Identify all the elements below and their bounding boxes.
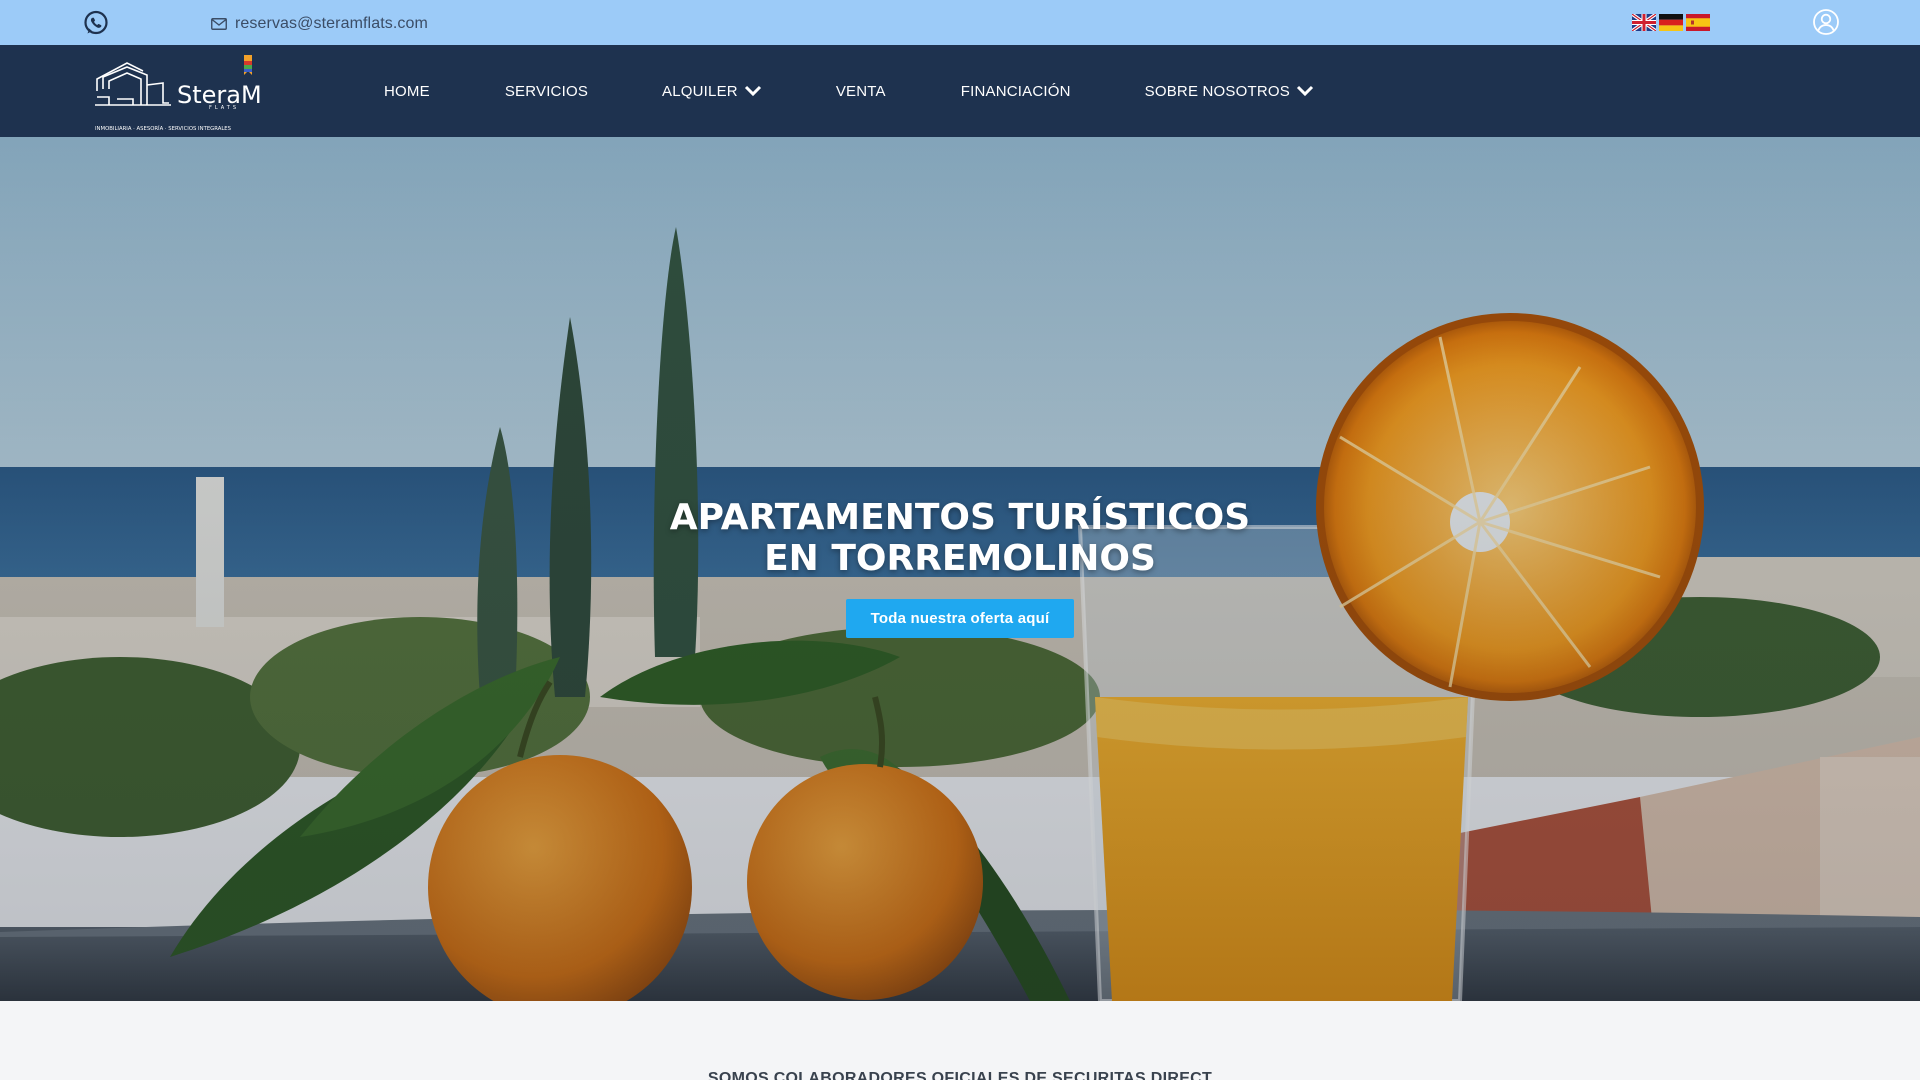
language-selector [1632, 14, 1710, 31]
chevron-down-icon [744, 85, 761, 97]
nav-item-label: SOBRE NOSOTROS [1144, 82, 1290, 100]
nav-item-home[interactable]: HOME [384, 83, 430, 100]
flag-germany-icon[interactable] [1659, 14, 1683, 31]
partners-section: SOMOS COLABORADORES OFICIALES DE SECURIT… [0, 1001, 1920, 1080]
mail-icon [211, 18, 227, 30]
steram-flats-logo[interactable]: SteraM FLATS INMOBILIARIA · ASESORÍA · S… [95, 53, 261, 135]
nav-item-label: HOME [384, 82, 430, 100]
nav-item-label: SERVICIOS [504, 82, 589, 100]
nav-item-financiacion[interactable]: FINANCIACIÓN [961, 83, 1071, 100]
nav-menu: HOME SERVICIOS ALQUILER VENTA FINANCIACI… [384, 45, 1314, 137]
email-address[interactable]: reservas@steramflats.com [235, 15, 428, 33]
flag-spain-icon[interactable] [1686, 14, 1710, 31]
nav-item-sobre-nosotros[interactable]: SOBRE NOSOTROS [1145, 83, 1314, 100]
nav-item-alquiler[interactable]: ALQUILER [662, 83, 762, 100]
hero-title-line-1: APARTAMENTOS TURÍSTICOS [669, 497, 1251, 538]
nav-item-label: VENTA [835, 82, 886, 100]
hero-title-line-2: EN TORREMOLINOS [764, 538, 1156, 579]
chevron-down-icon [1296, 85, 1314, 97]
top-bar: reservas@steramflats.com [0, 0, 1920, 45]
logo-tagline-text: INMOBILIARIA · ASESORÍA · SERVICIOS INTE… [95, 125, 232, 132]
nav-item-label: ALQUILER [662, 82, 738, 100]
nav-item-label: FINANCIACIÓN [960, 82, 1071, 100]
partners-heading: SOMOS COLABORADORES OFICIALES DE SECURIT… [707, 1070, 1213, 1080]
view-offers-button[interactable]: Toda nuestra oferta aquí [846, 599, 1074, 638]
flag-uk-icon[interactable] [1632, 14, 1656, 31]
nav-item-venta[interactable]: VENTA [836, 83, 886, 100]
logo-sub-text: FLATS [209, 105, 239, 111]
nav-item-servicios[interactable]: SERVICIOS [505, 83, 588, 100]
user-account-icon[interactable] [1812, 8, 1840, 36]
whatsapp-icon[interactable] [82, 9, 110, 37]
hero-banner: APARTAMENTOS TURÍSTICOS EN TORREMOLINOS … [0, 137, 1920, 1001]
main-navigation: SteraM FLATS INMOBILIARIA · ASESORÍA · S… [0, 45, 1920, 137]
hero-title: APARTAMENTOS TURÍSTICOS EN TORREMOLINOS [560, 497, 1360, 579]
contact-email[interactable]: reservas@steramflats.com [211, 13, 428, 35]
